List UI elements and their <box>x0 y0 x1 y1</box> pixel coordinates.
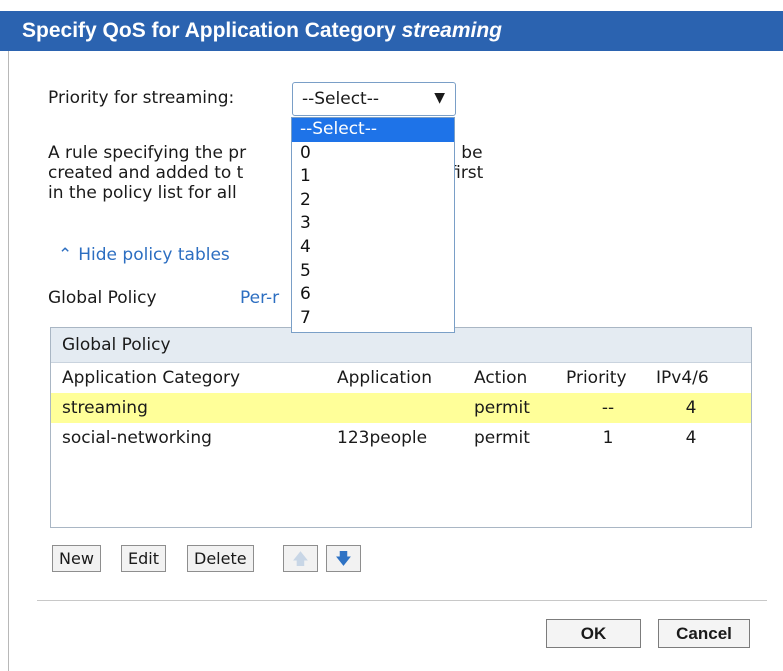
dialog-title: Specify QoS for Application Category str… <box>0 11 783 51</box>
hide-policy-tables-label: Hide policy tables <box>78 245 230 265</box>
priority-option[interactable]: 0 <box>292 142 454 166</box>
chevron-up-icon: ⌃ <box>58 245 73 265</box>
table-header-row: Application Category Application Action … <box>51 363 751 393</box>
priority-select-value: --Select-- <box>302 89 379 109</box>
arrow-up-icon: 🡅 <box>292 549 309 568</box>
description-line-1: A rule specifying the pr <box>48 143 247 163</box>
priority-option[interactable]: 6 <box>292 283 454 307</box>
description-line-2: created and added to t <box>48 163 244 183</box>
priority-option[interactable]: 3 <box>292 212 454 236</box>
cell-priority: 1 <box>602 428 614 448</box>
cell-category: social-networking <box>62 428 212 448</box>
table-title: Global Policy <box>51 328 751 363</box>
header-action: Action <box>474 368 528 388</box>
header-application-category: Application Category <box>62 368 241 388</box>
header-priority: Priority <box>566 368 627 388</box>
policy-table: Global Policy Application Category Appli… <box>50 327 752 528</box>
edit-button[interactable]: Edit <box>121 545 166 572</box>
priority-select[interactable]: --Select-- ▼ <box>292 82 456 116</box>
description-line-3: in the policy list for all <box>48 183 237 203</box>
table-row[interactable]: streaming permit -- 4 <box>51 393 751 423</box>
cell-category: streaming <box>62 398 148 418</box>
delete-button[interactable]: Delete <box>187 545 254 572</box>
dialog-title-text: Specify QoS for Application Category <box>22 19 402 42</box>
dropdown-arrow-icon: ▼ <box>434 90 445 106</box>
priority-option[interactable]: 1 <box>292 165 454 189</box>
priority-dropdown-list[interactable]: --Select-- 0 1 2 3 4 5 6 7 <box>291 117 455 333</box>
tab-global-policy[interactable]: Global Policy <box>48 288 157 308</box>
table-row[interactable]: social-networking 123people permit 1 4 <box>51 423 751 453</box>
cell-ip: 4 <box>685 398 697 418</box>
priority-option[interactable]: 5 <box>292 260 454 284</box>
priority-label: Priority for streaming: <box>48 88 235 108</box>
cancel-button[interactable]: Cancel <box>658 619 750 648</box>
move-down-button[interactable]: 🡇 <box>326 545 361 572</box>
priority-option[interactable]: 4 <box>292 236 454 260</box>
dialog-title-category: streaming <box>401 19 502 42</box>
priority-option[interactable]: --Select-- <box>292 118 454 142</box>
new-button[interactable]: New <box>52 545 101 572</box>
cell-action: permit <box>474 428 530 448</box>
arrow-down-icon: 🡇 <box>335 549 352 568</box>
hide-policy-tables-link[interactable]: ⌃ Hide policy tables <box>58 245 230 265</box>
header-application: Application <box>337 368 432 388</box>
cell-action: permit <box>474 398 530 418</box>
cell-ip: 4 <box>685 428 697 448</box>
move-up-button[interactable]: 🡅 <box>283 545 318 572</box>
priority-option[interactable]: 7 <box>292 307 454 331</box>
cell-application: 123people <box>337 428 428 448</box>
cell-priority: -- <box>601 398 615 418</box>
header-ipv4-6: IPv4/6 <box>656 368 709 388</box>
tab-per-radio-policy[interactable]: Per-r <box>240 288 279 308</box>
divider <box>37 600 767 601</box>
priority-option[interactable]: 2 <box>292 189 454 213</box>
ok-button[interactable]: OK <box>546 619 641 648</box>
